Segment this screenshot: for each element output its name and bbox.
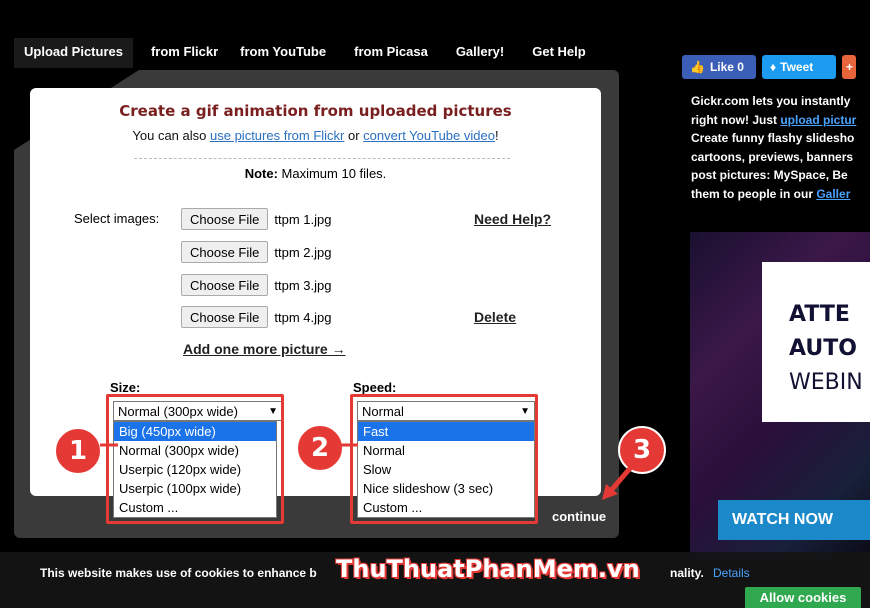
gallery-link[interactable]: Galler (816, 187, 850, 201)
choose-file-button[interactable]: Choose File (181, 274, 269, 296)
subtitle-suffix: ! (494, 128, 499, 143)
twitter-bird-icon: ♦ (770, 60, 777, 74)
site-description: Gickr.com lets you instantly right now! … (691, 92, 870, 203)
watermark-logo: ThuThuatPhanMem.vn (336, 555, 640, 583)
panel-title: Create a gif animation from uploaded pic… (119, 102, 512, 120)
subtitle-or: or (344, 128, 364, 143)
ad-text-line: AUTO (789, 336, 857, 361)
description-text: them to people in our (691, 186, 817, 201)
continue-button[interactable]: continue (552, 509, 606, 524)
note-label: Note: (244, 166, 278, 181)
file-name: ttpm 4.jpg (274, 309, 332, 325)
speed-highlight-box (350, 394, 538, 524)
cookie-details-link[interactable]: Details (713, 566, 750, 580)
size-label: Size: (110, 380, 141, 395)
nav-gallery[interactable]: Gallery! (446, 38, 514, 68)
ad-text-line: WEBIN (789, 370, 863, 395)
thumbs-up-icon: 👍 (690, 60, 705, 74)
cookie-text: This website makes use of cookies to enh… (40, 566, 317, 580)
allow-cookies-button[interactable]: Allow cookies (745, 587, 861, 608)
watch-now-button[interactable]: WATCH NOW (718, 500, 870, 540)
file-row: Choose File ttpm 1.jpg (181, 208, 331, 230)
like-label: Like 0 (709, 60, 744, 74)
file-row: Choose File ttpm 3.jpg (181, 274, 331, 296)
upload-pictures-link[interactable]: upload pictur (780, 113, 856, 127)
panel-subtitle: You can also use pictures from Flickr or… (30, 128, 601, 143)
description-line: right now! Just upload pictur (691, 111, 870, 130)
ad-card: ATTE AUTO WEBIN (762, 262, 870, 422)
cookie-text-tail: nality. (670, 566, 704, 580)
choose-file-button[interactable]: Choose File (181, 241, 269, 263)
note: Note: Maximum 10 files. (30, 166, 601, 181)
need-help-link[interactable]: Need Help? (474, 211, 551, 227)
description-line: Create funny flashy slidesho (691, 131, 855, 145)
advertisement[interactable]: ATTE AUTO WEBIN WATCH NOW (690, 232, 870, 562)
description-line: Gickr.com lets you instantly (691, 94, 851, 108)
subtitle-prefix: You can also (132, 128, 210, 143)
nav-get-help[interactable]: Get Help (522, 38, 595, 68)
file-row: Choose File ttpm 4.jpg (181, 306, 331, 328)
speed-label: Speed: (353, 380, 397, 395)
description-text: right now! Just (691, 112, 781, 127)
description-line: cartoons, previews, banners (691, 149, 854, 164)
step-badge-2: 2 (296, 424, 344, 472)
choose-file-button[interactable]: Choose File (181, 306, 269, 328)
file-name: ttpm 2.jpg (274, 244, 332, 260)
choose-file-button[interactable]: Choose File (181, 208, 269, 230)
tweet-button[interactable]: ♦ Tweet (762, 55, 836, 79)
size-highlight-box (106, 394, 284, 524)
nav-from-picasa[interactable]: from Picasa (344, 38, 438, 68)
facebook-like-button[interactable]: 👍 Like 0 (682, 55, 756, 79)
nav-from-youtube[interactable]: from YouTube (230, 38, 336, 68)
flickr-link[interactable]: use pictures from Flickr (210, 128, 344, 143)
description-line: them to people in our Galler (691, 185, 870, 204)
top-nav: Upload Pictures from Flickr from YouTube… (14, 38, 596, 68)
arrow-icon (602, 464, 634, 500)
connector-icon (338, 443, 358, 447)
file-row: Choose File ttpm 2.jpg (181, 241, 331, 263)
step-badge-1: 1 (54, 427, 102, 475)
description-line: post pictures: MySpace, Be (691, 168, 848, 182)
share-plus-button[interactable]: + (842, 55, 856, 79)
tweet-label: Tweet (780, 60, 814, 74)
nav-from-flickr[interactable]: from Flickr (141, 38, 228, 68)
plus-label: + (846, 60, 854, 74)
ad-text-line: ATTE (789, 302, 850, 327)
add-more-picture-link[interactable]: Add one more picture → (183, 341, 346, 357)
nav-upload-pictures[interactable]: Upload Pictures (14, 38, 133, 68)
cookie-text-start: This website makes use of cookies to enh… (40, 566, 317, 580)
delete-link[interactable]: Delete (474, 309, 516, 325)
connector-icon (100, 443, 118, 447)
file-name: ttpm 1.jpg (274, 211, 332, 227)
social-buttons: 👍 Like 0 ♦ Tweet + (682, 55, 856, 79)
note-text: Maximum 10 files. (277, 166, 387, 181)
select-images-label: Select images: (74, 211, 160, 226)
divider (134, 158, 510, 159)
youtube-link[interactable]: convert YouTube video (363, 128, 495, 143)
file-name: ttpm 3.jpg (274, 277, 332, 293)
